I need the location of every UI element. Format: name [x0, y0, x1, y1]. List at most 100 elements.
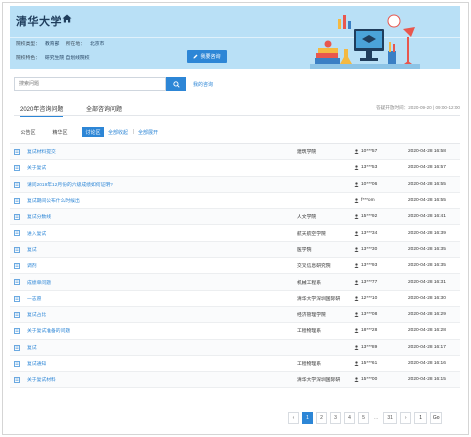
table-row[interactable]: 复试期间公布什么时候出 f***om 2020-04-28 16:55	[10, 193, 460, 210]
collapse-all-link[interactable]: 全部收起	[108, 127, 128, 137]
document-icon	[14, 263, 20, 269]
question-title[interactable]: 关于复试材料	[27, 376, 56, 383]
question-time: 2020-04-28 16:41	[408, 214, 446, 220]
search-input[interactable]	[14, 77, 166, 91]
question-dept: 工程物理系	[297, 329, 321, 335]
table-row[interactable]: 调剂 交叉信息研究院 13***93 2020-04-28 16:35	[10, 258, 460, 275]
question-time: 2020-04-28 16:57	[408, 165, 446, 171]
page-5-button[interactable]: 5	[358, 412, 369, 424]
document-icon	[14, 328, 20, 335]
separator: |	[133, 129, 135, 135]
last-page-button[interactable]: 31	[383, 412, 398, 424]
user-icon	[354, 182, 359, 187]
table-row[interactable]: 复试分数线 人文学院 15***92 2020-04-28 16:41	[10, 209, 460, 226]
document-icon	[14, 279, 20, 286]
question-title[interactable]: 复试	[27, 246, 37, 253]
question-time: 2020-04-28 16:58	[408, 149, 446, 155]
document-icon	[14, 230, 20, 237]
question-time: 2020-04-28 16:35	[408, 246, 446, 252]
user-icon	[354, 149, 359, 155]
my-questions-link[interactable]: 我的咨询	[193, 81, 213, 88]
question-dept: 清华大学深圳国际研	[297, 378, 341, 384]
question-time: 2020-04-28 16:16	[408, 361, 446, 366]
question-user: 13***53	[354, 165, 378, 171]
page-1-button[interactable]: 1	[302, 412, 313, 424]
consult-button[interactable]: 我要咨询	[187, 50, 227, 63]
document-icon	[14, 198, 20, 204]
table-row[interactable]: 进入复试 航天航空学院 13***34 2020-04-28 16:39	[10, 225, 460, 242]
expand-all-link[interactable]: 全部展开	[138, 127, 158, 137]
subtab-announcements[interactable]: 公告区	[18, 127, 38, 137]
question-title[interactable]: 复试占比	[27, 311, 46, 318]
tab-2020-questions[interactable]: 2020年咨询问题	[20, 104, 64, 117]
open-time-text: 答疑开放时间：2020-09-20 | 09:00-12:00	[376, 105, 460, 110]
banner-illustration	[310, 14, 420, 69]
table-row[interactable]: 请问2019年12月份的六级成绩如何证明? 10***06 2020-04-28 1…	[10, 176, 460, 193]
question-user-id: 18***28	[361, 328, 378, 334]
pencil-icon	[193, 54, 198, 59]
subtab-discussion[interactable]: 讨论区	[82, 127, 104, 137]
table-row[interactable]: 关于复试材料 清华大学深圳国际研 15***00 2020-04-28 16:15	[10, 372, 460, 389]
table-row[interactable]: 复试 13***89 2020-04-28 16:17	[10, 339, 460, 356]
question-user: 13***08	[354, 312, 377, 318]
subtab-featured[interactable]: 精华区	[50, 127, 70, 137]
page-2-button[interactable]: 2	[316, 412, 327, 424]
document-icon	[14, 361, 20, 367]
question-user: 13***77	[354, 280, 377, 285]
question-user-id: 13***77	[361, 279, 378, 285]
school-banner: 清华大学 院校类型： 教育部 所在地： 北京市 院校特色： 研究生院 自划线院校 我要…	[10, 6, 460, 69]
question-dept: 机械工程系	[297, 280, 321, 286]
page-4-button[interactable]: 4	[344, 412, 355, 424]
home-icon[interactable]	[62, 14, 72, 23]
question-title[interactable]: 复试分数线	[27, 213, 51, 220]
question-user-id: 13***53	[361, 165, 378, 171]
question-title[interactable]: 复试通知	[27, 360, 46, 367]
question-user-id: 13***30	[361, 246, 378, 252]
question-time: 2020-04-28 16:29	[408, 312, 446, 318]
question-time: 2020-04-28 16:28	[408, 328, 446, 334]
question-user: 13***34	[354, 231, 377, 236]
question-title[interactable]: 复试材料提交	[27, 148, 56, 155]
table-row[interactable]: 复试通知 工程物理系 15***61 2020-04-28 16:16	[10, 356, 460, 373]
document-icon	[14, 181, 20, 188]
next-page-button[interactable]: ›	[400, 412, 412, 424]
location-label: 所在地：	[65, 42, 85, 47]
table-row[interactable]: 复试占比 经济管理学院 13***08 2020-04-28 16:29	[10, 306, 460, 324]
question-time: 2020-04-28 16:35	[408, 263, 446, 269]
document-icon	[14, 312, 20, 318]
consult-button-label: 我要咨询	[200, 54, 221, 60]
question-title[interactable]: 关于复试准备的问题	[27, 327, 70, 334]
question-title[interactable]: 成绩单问题	[27, 279, 51, 286]
question-title[interactable]: 调剂	[27, 262, 37, 269]
table-row[interactable]: 关于复试准备的问题 工程物理系 18***28 2020-04-28 16:28	[10, 323, 460, 340]
prev-page-button[interactable]: ‹	[288, 412, 299, 424]
table-row[interactable]: 复试 医学院 13***30 2020-04-28 16:35	[10, 241, 460, 259]
go-button[interactable]: Go	[430, 412, 443, 424]
question-user-id: 10***57	[361, 149, 378, 155]
question-title[interactable]: 请问2019年12月份的六级成绩如何证明?	[27, 181, 113, 188]
question-user: 10***57	[354, 149, 378, 155]
tab-all-questions[interactable]: 全部咨询问题	[86, 104, 122, 113]
page-jump-input[interactable]: 1	[414, 412, 428, 424]
question-user-id: 13***93	[361, 263, 378, 269]
question-user: 18***28	[354, 328, 378, 334]
questions-table: 复试材料提交 建筑学院 10***57 2020-04-28 16:58 关于复试 13*…	[10, 143, 460, 389]
user-icon	[354, 165, 359, 171]
table-row[interactable]: 成绩单问题 机械工程系 13***77 2020-04-28 16:31	[10, 274, 460, 291]
question-title[interactable]: 进入复试	[27, 230, 46, 237]
question-title[interactable]: 一志愿	[27, 295, 41, 302]
question-title[interactable]: 复试期间公布什么时候出	[27, 197, 80, 204]
user-icon	[354, 230, 359, 236]
table-row[interactable]: 关于复试 13***53 2020-04-28 16:57	[10, 160, 460, 177]
school-name: 清华大学	[16, 16, 62, 28]
question-user: 13***93	[354, 263, 378, 269]
question-time: 2020-04-28 16:55	[408, 198, 446, 204]
question-title[interactable]: 复试	[27, 344, 37, 351]
question-user-id: 10***06	[361, 181, 378, 187]
table-row[interactable]: 复试材料提交 建筑学院 10***57 2020-04-28 16:58	[10, 144, 460, 161]
page-3-button[interactable]: 3	[330, 412, 341, 424]
question-title[interactable]: 关于复试	[27, 164, 46, 171]
search-button[interactable]	[166, 77, 186, 91]
table-row[interactable]: 一志愿 清华大学深圳国际研 12***10 2020-04-28 16:30	[10, 291, 460, 307]
document-icon	[14, 344, 20, 351]
